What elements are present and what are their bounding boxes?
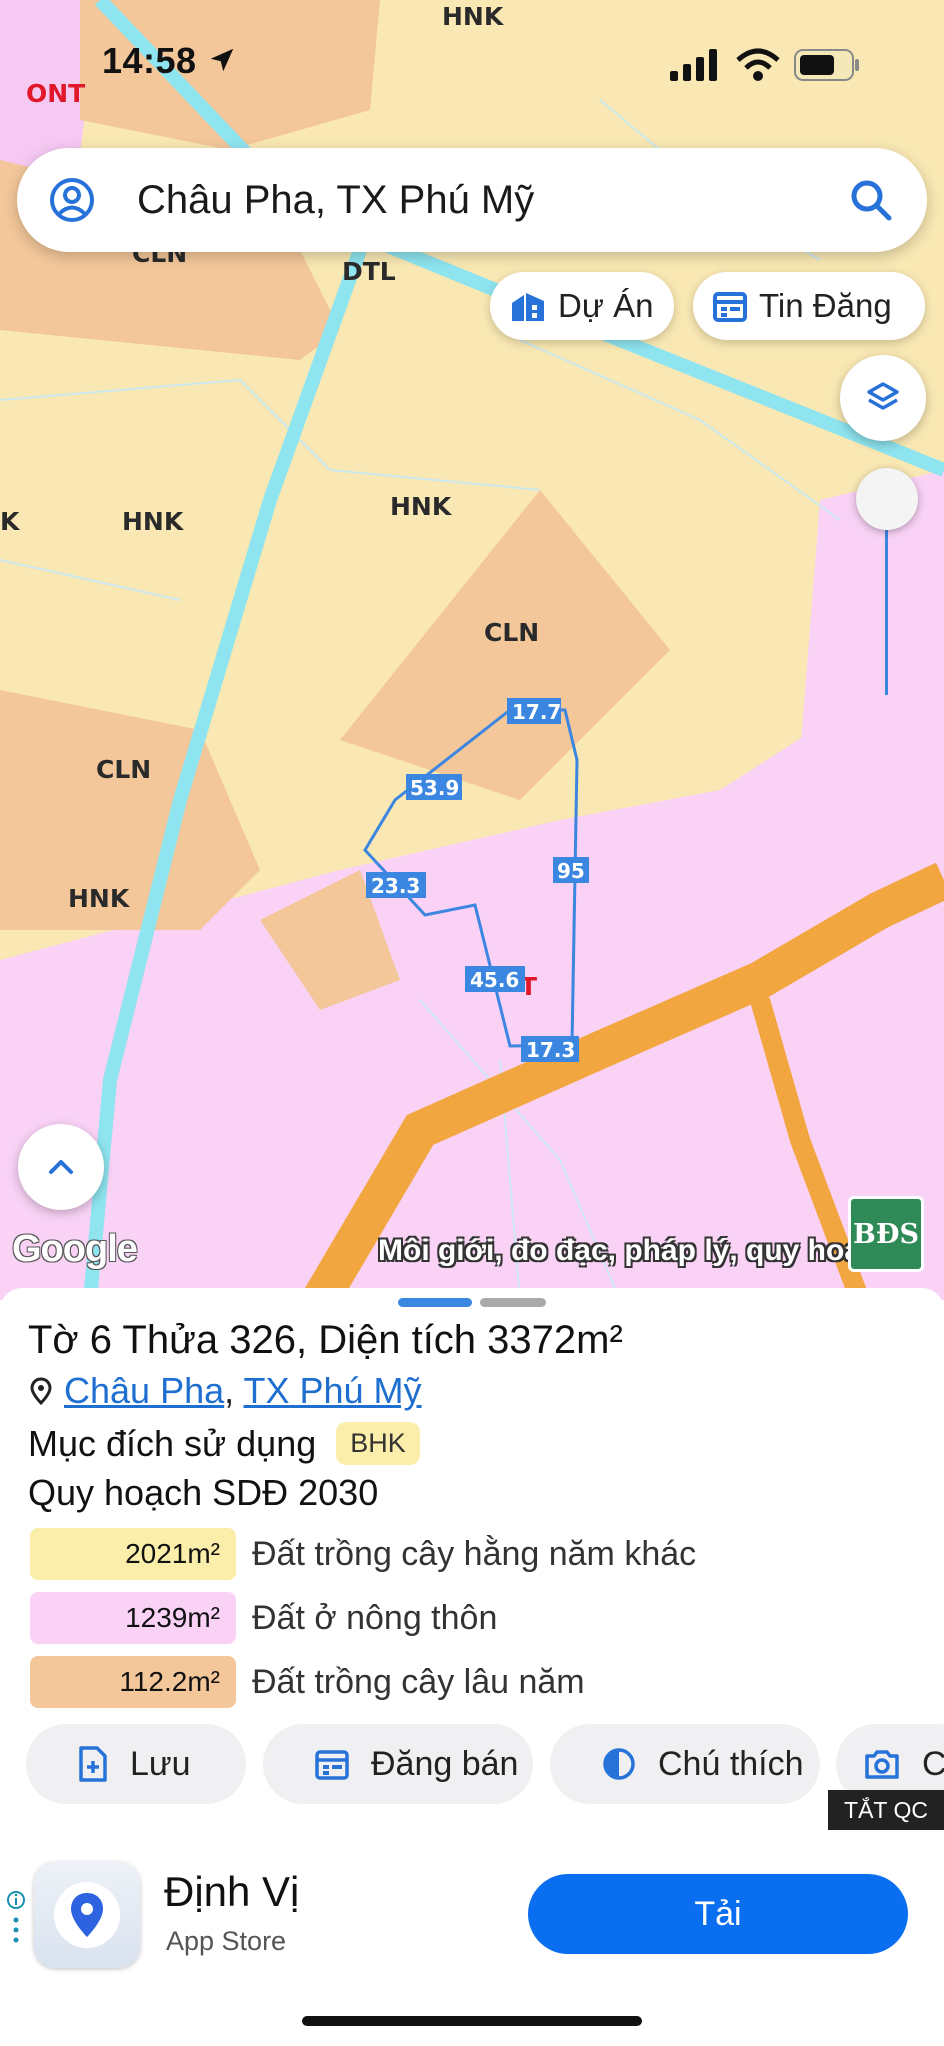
sheet-handle[interactable] <box>480 1298 546 1307</box>
ad-title: Định Vị <box>164 1868 300 1915</box>
svg-text:17.7: 17.7 <box>512 700 561 724</box>
zone-label-hnk: HNK <box>390 492 453 521</box>
town-link[interactable]: TX Phú Mỹ <box>244 1370 422 1411</box>
home-indicator[interactable] <box>302 2016 642 2026</box>
chevron-up-icon <box>49 1160 73 1174</box>
zone-label-k: K <box>0 507 21 536</box>
listings-chip[interactable]: Tin Đăng <box>693 272 925 340</box>
parcel-location: Châu Pha, TX Phú Mỹ <box>30 1370 422 1412</box>
google-logo: Google <box>12 1228 138 1270</box>
post-sale-button-label: Đăng bán <box>371 1744 519 1783</box>
legend-button[interactable]: Chú thích <box>550 1724 820 1804</box>
svg-text:53.9: 53.9 <box>410 776 459 800</box>
edge-length-label: 17.3 <box>521 1036 579 1062</box>
ad-app-icon[interactable] <box>34 1862 140 1968</box>
camera-add-icon <box>865 1750 899 1779</box>
post-sale-button[interactable]: Đăng bán <box>263 1724 533 1804</box>
zone-label-cln: CLN <box>96 755 151 784</box>
account-icon[interactable] <box>49 177 95 223</box>
contrast-icon <box>603 1748 635 1780</box>
svg-text:23.3: 23.3 <box>371 874 420 898</box>
land-use-area: 112.2m² <box>30 1656 236 1708</box>
search-icon[interactable] <box>849 178 893 222</box>
location-separator: , <box>224 1370 235 1411</box>
camera-button-label: C <box>922 1744 944 1783</box>
svg-text:17.3: 17.3 <box>526 1038 575 1062</box>
listings-chip-label: Tin Đăng <box>759 287 892 324</box>
calendar-icon <box>713 292 747 322</box>
save-button[interactable]: Lưu <box>26 1724 246 1804</box>
projects-chip[interactable]: Dự Án <box>490 272 674 340</box>
edge-length-label: 45.6 <box>465 966 525 992</box>
map-view[interactable]: HNK ONT CLN DTL HNK HNK CLN CLN HNK K T … <box>0 0 944 1300</box>
calendar-icon <box>315 1750 349 1780</box>
edge-length-label: 23.3 <box>366 872 426 898</box>
ad-banner[interactable]: Định Vị App Store Tải <box>0 1840 944 2026</box>
svg-text:95: 95 <box>557 859 585 883</box>
zone-label-hnk: HNK <box>442 2 505 31</box>
projects-chip-label: Dự Án <box>558 287 654 324</box>
opacity-slider-thumb[interactable] <box>856 468 918 530</box>
land-purpose-row: Mục đích sử dụng BHK <box>28 1422 420 1465</box>
land-use-area: 2021m² <box>30 1528 236 1580</box>
land-use-desc: Đất trồng cây lâu năm <box>252 1662 585 1701</box>
commune-link[interactable]: Châu Pha <box>64 1370 224 1411</box>
land-use-row: 1239m² Đất ở nông thôn <box>30 1592 497 1644</box>
zone-label-hnk: HNK <box>122 507 185 536</box>
ad-close-button[interactable]: TẮT QC <box>828 1790 944 1830</box>
land-purpose-badge: BHK <box>336 1422 420 1465</box>
zone-label-ont: ONT <box>26 79 85 108</box>
layers-icon <box>867 382 899 410</box>
parcel-title: Tờ 6 Thửa 326, Diện tích 3372m² <box>28 1318 623 1362</box>
buildings-icon <box>512 293 544 321</box>
sheet-handle-active[interactable] <box>398 1298 472 1307</box>
layers-button[interactable] <box>840 355 926 441</box>
ad-store: App Store <box>166 1926 287 1956</box>
location-arrow-icon <box>210 48 234 72</box>
land-purpose-label: Mục đích sử dụng <box>28 1422 317 1464</box>
battery-icon <box>794 49 859 81</box>
land-use-row: 112.2m² Đất trồng cây lâu năm <box>30 1656 585 1708</box>
status-indicators <box>670 48 860 82</box>
signal-icon <box>670 49 717 81</box>
edge-length-label: 17.7 <box>507 698 561 724</box>
ad-info-icon[interactable] <box>6 1890 26 1950</box>
add-document-icon <box>79 1746 107 1782</box>
legend-button-label: Chú thích <box>658 1744 804 1783</box>
bds-logo: BĐS <box>848 1196 924 1272</box>
wifi-icon <box>736 48 780 81</box>
status-time-text: 14:58 <box>102 40 197 81</box>
expand-sheet-button[interactable] <box>18 1124 104 1210</box>
ad-download-button[interactable]: Tải <box>528 1874 908 1954</box>
zone-label-hnk: HNK <box>68 884 131 913</box>
location-pin-icon <box>30 1377 52 1405</box>
edge-length-label: 53.9 <box>406 774 462 800</box>
land-use-row: 2021m² Đất trồng cây hằng năm khác <box>30 1528 696 1580</box>
zone-label-cln: CLN <box>484 618 539 647</box>
plan-title: Quy hoạch SDĐ 2030 <box>28 1472 379 1513</box>
land-use-desc: Đất ở nông thôn <box>252 1598 498 1637</box>
edge-length-label: 95 <box>553 857 589 883</box>
search-bar[interactable]: Châu Pha, TX Phú Mỹ <box>17 148 927 252</box>
map-watermark: Môi giới, đo đạc, pháp lý, quy hoạ <box>378 1234 848 1267</box>
land-use-area: 1239m² <box>30 1592 236 1644</box>
map-pin-icon <box>54 1882 120 1948</box>
save-button-label: Lưu <box>130 1744 191 1783</box>
search-input[interactable]: Châu Pha, TX Phú Mỹ <box>137 178 849 223</box>
svg-text:45.6: 45.6 <box>470 968 519 992</box>
land-use-desc: Đất trồng cây hằng năm khác <box>252 1534 697 1573</box>
zone-label-dtl: DTL <box>342 257 396 286</box>
status-time: 14:58 <box>102 40 237 82</box>
parcel-info-sheet[interactable]: Tờ 6 Thửa 326, Diện tích 3372m² Châu Pha… <box>0 1288 944 2046</box>
